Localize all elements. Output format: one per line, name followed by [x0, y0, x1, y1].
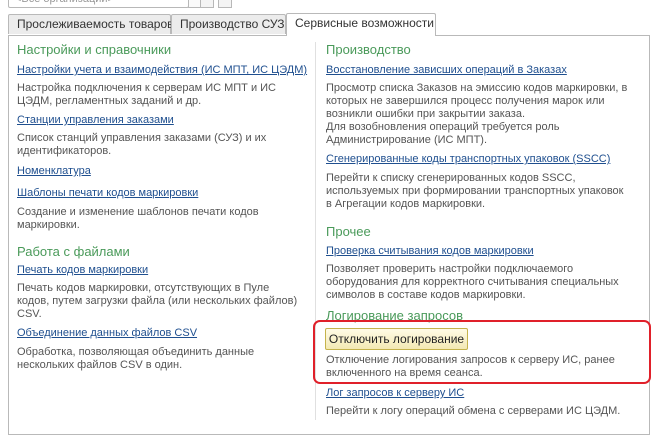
link-accounting-settings[interactable]: Настройки учета и взаимодействия (ИС МПТ…	[17, 64, 307, 76]
desc-line: Позволяет проверить настройки подключаем…	[326, 263, 574, 275]
organization-clear-button[interactable]	[218, 0, 232, 8]
desc-line: кодов, путем загрузки файла (или несколь…	[17, 295, 298, 307]
desc-line: Список станций управления заказами (СУЗ)…	[17, 132, 267, 144]
link-merge-csv[interactable]: Объединение данных файлов CSV	[17, 327, 197, 339]
section-title-production: Производство	[326, 42, 411, 57]
link-order-stations[interactable]: Станции управления заказами	[17, 114, 174, 126]
desc-line: маркировки.	[17, 219, 80, 231]
desc-sscc-codes: Перейти к списку сгенерированных кодов S…	[326, 172, 623, 211]
desc-print-codes: Печать кодов маркировки, отсутствующих в…	[17, 282, 297, 321]
desc-line: в Агрегации кодов маркировки.	[326, 198, 486, 210]
tab-service-features[interactable]: Сервисные возможности	[286, 13, 436, 36]
desc-line: Создание и изменение шаблонов печати код…	[17, 206, 259, 218]
desc-line: Печать кодов маркировки, отсутствующих в…	[17, 282, 270, 294]
desc-accounting-settings: Настройка подключения к серверам ИС МПТ …	[17, 82, 276, 108]
organization-select-button[interactable]: ...	[200, 0, 214, 8]
organization-row: <Все организации> ...	[0, 0, 653, 12]
section-title-settings: Настройки и справочники	[17, 42, 172, 57]
desc-logging: Отключение логирования запросов к сервер…	[326, 354, 615, 380]
link-restore-operations[interactable]: Восстановление зависших операций в Заказ…	[326, 64, 567, 76]
desc-line: CSV.	[17, 308, 42, 320]
section-title-files: Работа с файлами	[17, 244, 130, 259]
desc-check-scanning: Позволяет проверить настройки подключаем…	[326, 263, 619, 302]
desc-line: Отключение логирования запросов к сервер…	[326, 354, 615, 366]
desc-line: оборудования для корректного считывания …	[326, 276, 619, 288]
disable-logging-button[interactable]: Отключить логирование	[325, 328, 468, 350]
desc-line: Настройка подключения к серверам ИС МПТ …	[17, 82, 276, 94]
desc-print-templates: Создание и изменение шаблонов печати код…	[17, 206, 259, 232]
desc-line: Перейти к логу операций обмена с сервера…	[326, 405, 621, 417]
desc-request-log: Перейти к логу операций обмена с сервера…	[326, 405, 620, 418]
desc-line: которых не завершился процесс получения …	[326, 95, 605, 107]
desc-line: Администрирование (ИС МПТ).	[326, 134, 488, 146]
link-sscc-codes[interactable]: Сгенерированные коды транспортных упаков…	[326, 153, 610, 165]
link-print-codes[interactable]: Печать кодов маркировки	[17, 264, 148, 276]
link-print-templates[interactable]: Шаблоны печати кодов маркировки	[17, 187, 198, 199]
desc-line: символов в составе кодов маркировки.	[326, 289, 526, 301]
desc-line: используемых при формировании транспортн…	[326, 185, 624, 197]
section-title-other: Прочее	[326, 224, 371, 239]
desc-line: включенного на время сеанса.	[326, 367, 483, 379]
desc-line: возникли ошибки при закрытии заказа.	[326, 108, 526, 120]
desc-line: Просмотр списка Заказов на эмиссию кодов…	[326, 82, 628, 94]
desc-line: Обработка, позволяющая объединить данные	[17, 346, 255, 358]
desc-order-stations: Список станций управления заказами (СУЗ)…	[17, 132, 266, 158]
tab-suz-production[interactable]: Производство СУЗ	[171, 14, 286, 34]
desc-line: нескольких файлов CSV в один.	[17, 359, 183, 371]
organization-input[interactable]: <Все организации>	[8, 0, 189, 8]
link-nomenclature[interactable]: Номенклатура	[17, 165, 91, 177]
link-request-log[interactable]: Лог запросов к серверу ИС	[326, 387, 464, 399]
link-check-scanning[interactable]: Проверка считывания кодов маркировки	[326, 245, 534, 257]
desc-line: идентификаторов.	[17, 145, 112, 157]
desc-restore-operations: Просмотр списка Заказов на эмиссию кодов…	[326, 82, 627, 147]
desc-line: Для возобновления операций требуется рол…	[326, 121, 560, 133]
tab-traceability[interactable]: Прослеживаемость товаров	[8, 14, 174, 34]
desc-line: ЦЭДМ, регламентных заданий и др.	[17, 95, 202, 107]
desc-line: Перейти к списку сгенерированных кодов S…	[326, 172, 576, 184]
desc-merge-csv: Обработка, позволяющая объединить данные…	[17, 346, 254, 372]
